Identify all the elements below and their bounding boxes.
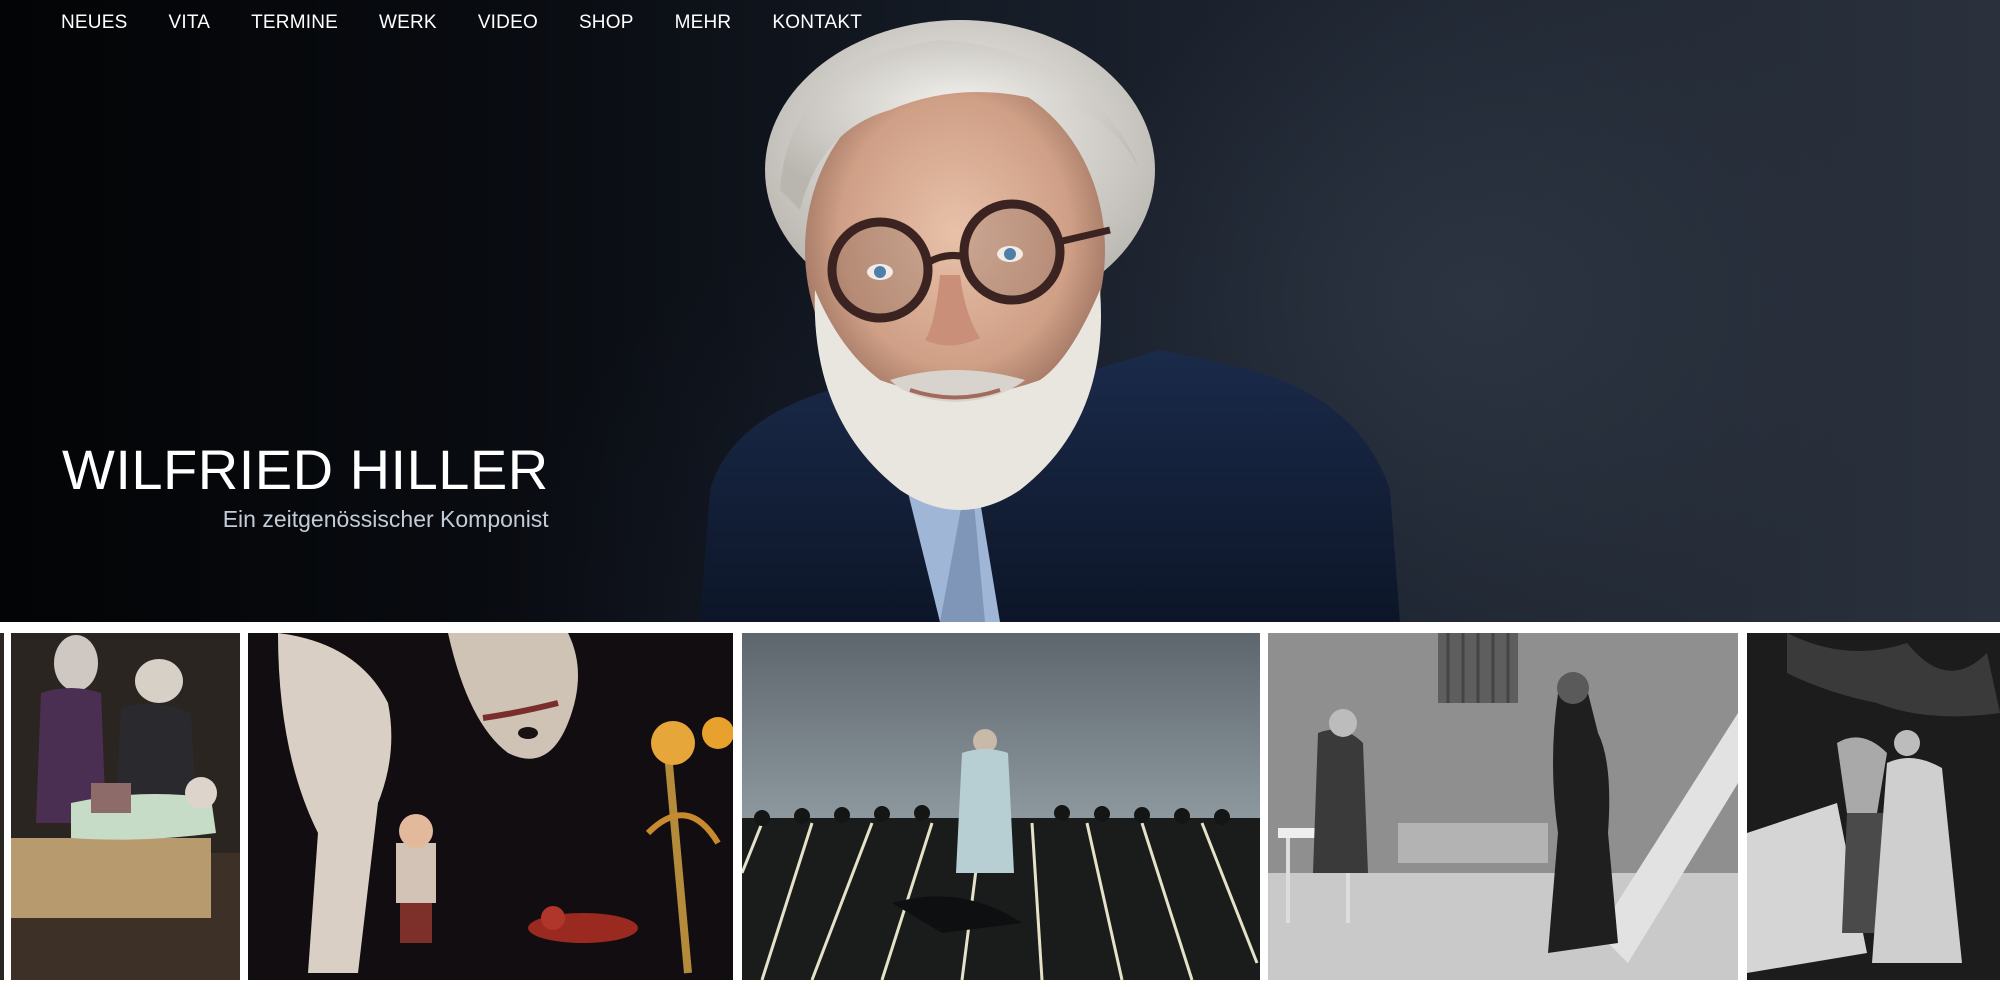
gallery-thumbnail[interactable] xyxy=(11,633,240,980)
gallery-thumbnail[interactable] xyxy=(742,633,1260,980)
gallery-thumbnail-edge[interactable] xyxy=(0,633,4,980)
main-navigation: NEUES VITA TERMINE WERK VIDEO SHOP MEHR … xyxy=(61,10,903,36)
nav-item-vita[interactable]: VITA xyxy=(168,12,210,34)
gallery-thumbnail[interactable] xyxy=(1747,633,2000,980)
page-subtitle: Ein zeitgenössischer Komponist xyxy=(222,506,549,532)
nav-item-video[interactable]: VIDEO xyxy=(478,12,538,34)
nav-item-mehr[interactable]: MEHR xyxy=(675,12,732,34)
gallery-thumbnail[interactable] xyxy=(248,633,733,980)
page-title: WILFRIED HILLER xyxy=(62,438,549,501)
hero-title-block: WILFRIED HILLER Ein zeitgenössischer Kom… xyxy=(62,442,549,531)
nav-item-termine[interactable]: TERMINE xyxy=(251,12,338,34)
nav-item-werk[interactable]: WERK xyxy=(379,12,437,34)
nav-item-neues[interactable]: NEUES xyxy=(61,12,127,34)
photo-gallery-strip xyxy=(0,630,2000,987)
hero-banner: NEUES VITA TERMINE WERK VIDEO SHOP MEHR … xyxy=(0,0,2000,622)
portrait-photo xyxy=(700,20,1400,622)
nav-item-kontakt[interactable]: KONTAKT xyxy=(772,12,862,34)
nav-item-shop[interactable]: SHOP xyxy=(579,12,634,34)
gallery-thumbnail[interactable] xyxy=(1268,633,1738,980)
